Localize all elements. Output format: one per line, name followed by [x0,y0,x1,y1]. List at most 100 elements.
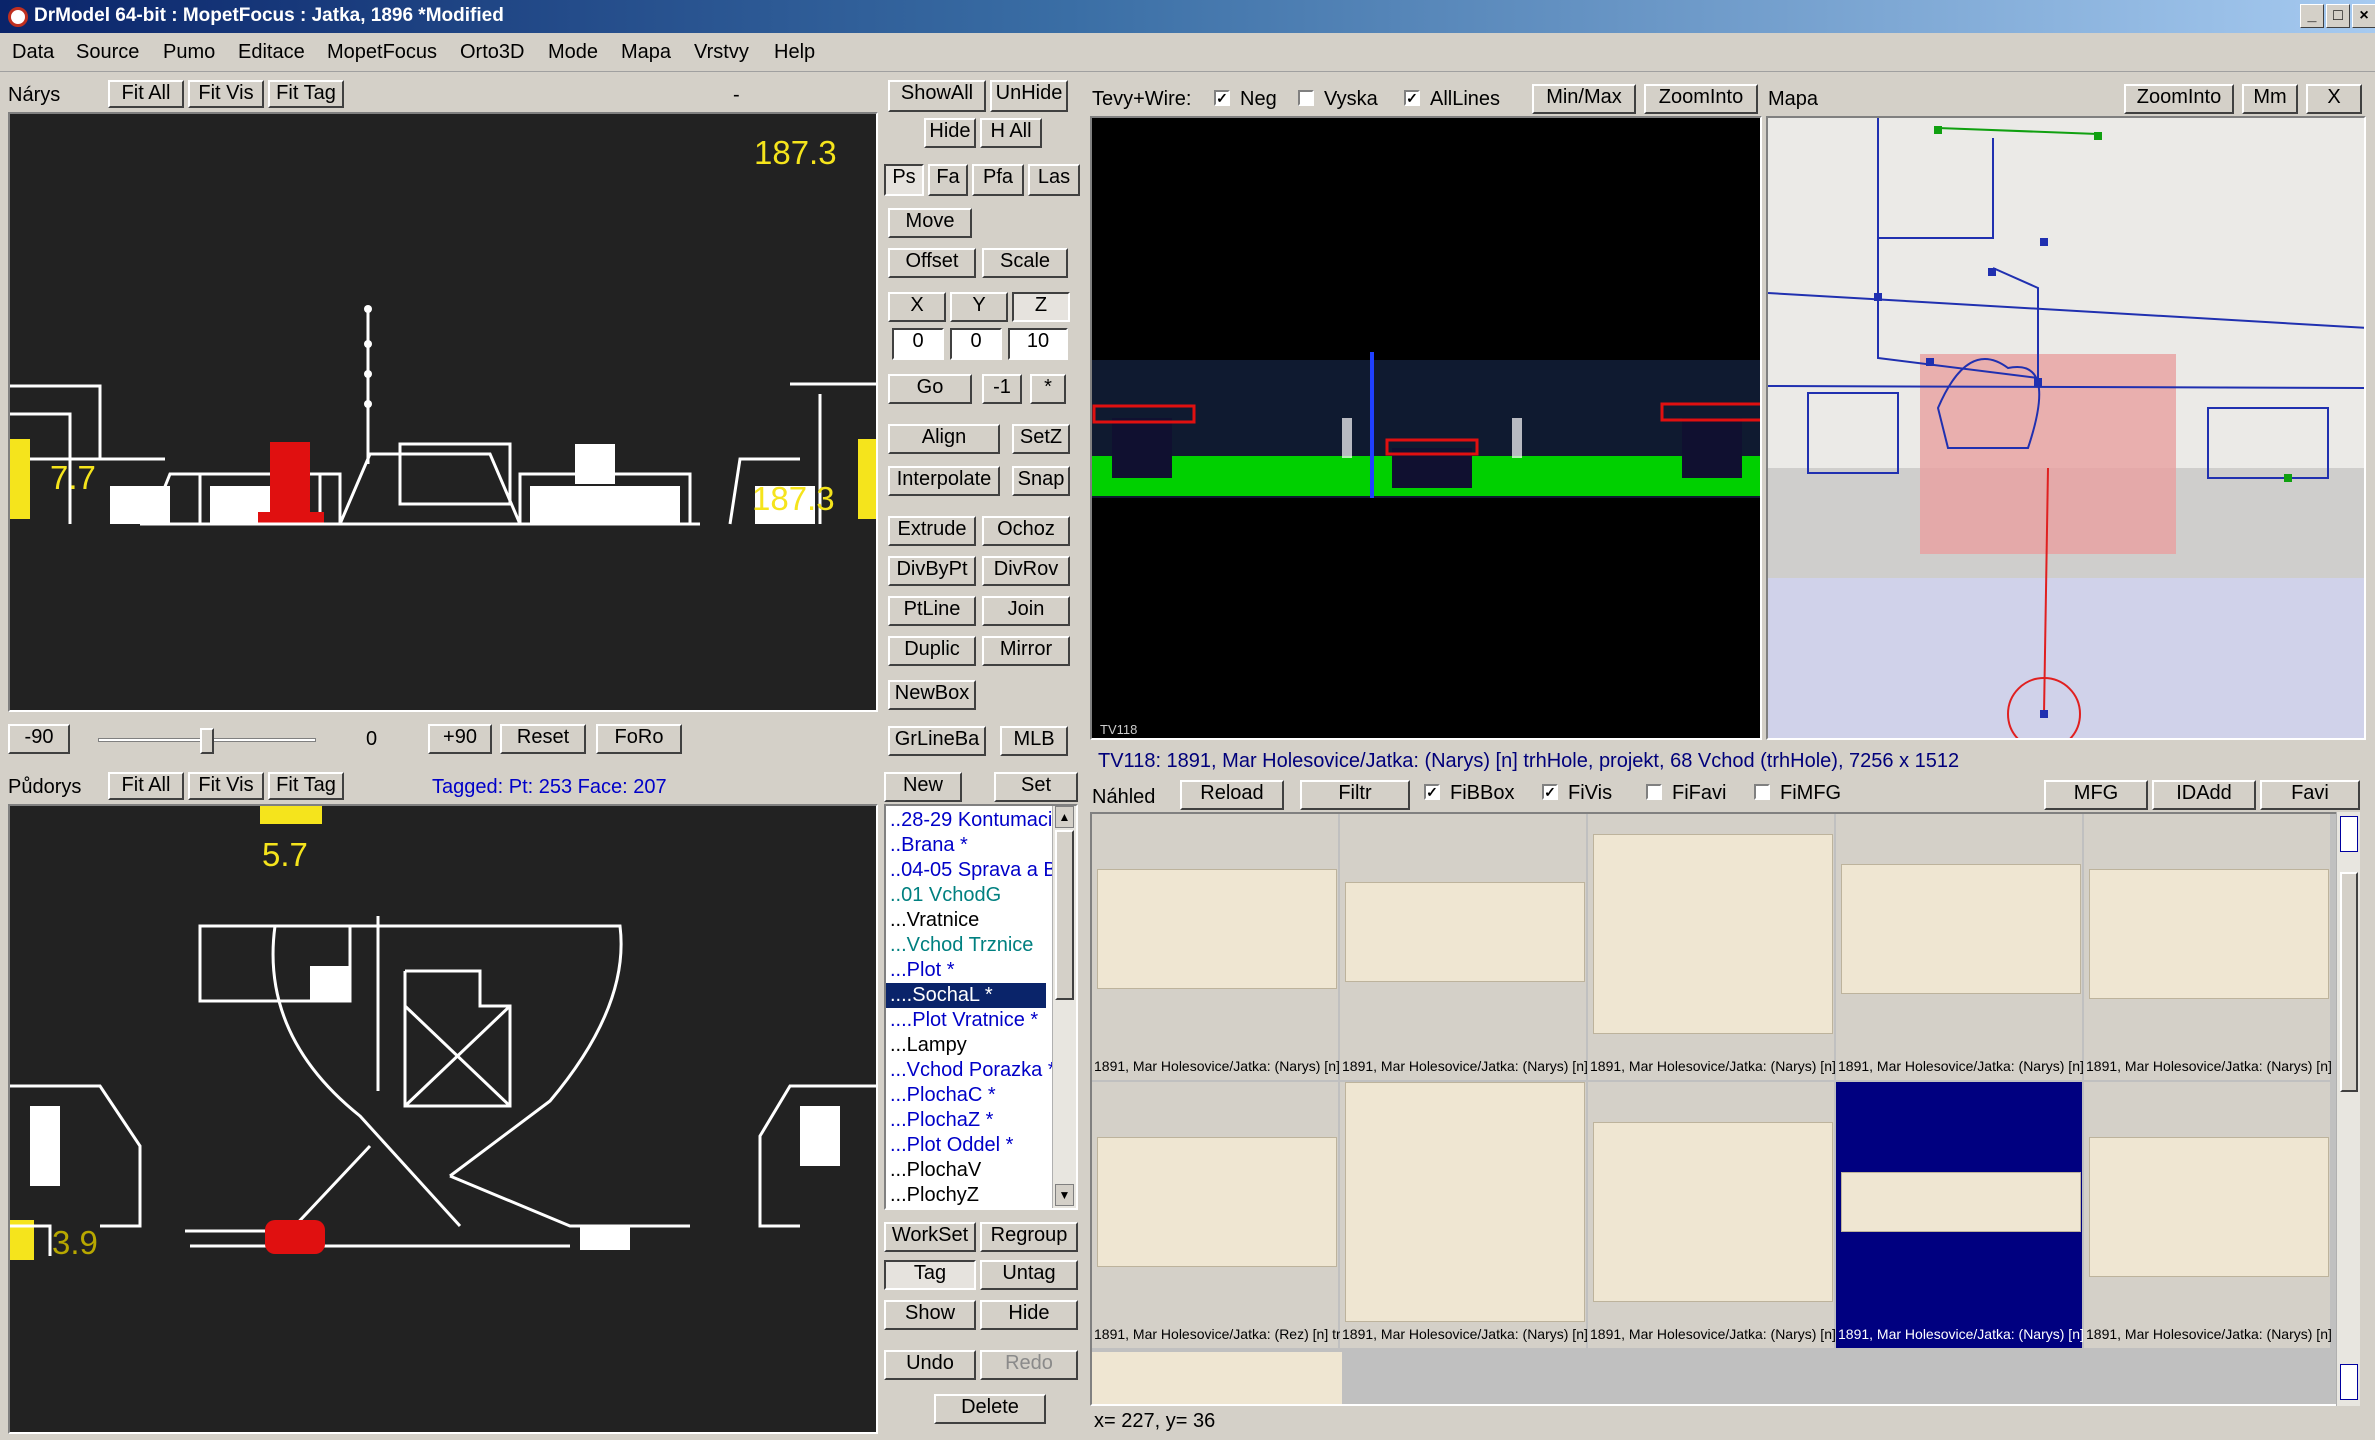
narys-fit-all-button[interactable]: Fit All [108,80,184,108]
rotate-minus90-button[interactable]: -90 [8,724,70,754]
layer-item[interactable]: ...Lampy [890,1033,1050,1058]
offset-button[interactable]: Offset [888,248,976,278]
grlineba-button[interactable]: GrLineBa [888,726,986,756]
undo-button[interactable]: Undo [884,1350,976,1380]
move-button[interactable]: Move [888,208,972,238]
idadd-button[interactable]: IDAdd [2152,780,2256,810]
layer-list-scroll-thumb[interactable] [1055,830,1074,1000]
join-button[interactable]: Join [982,596,1070,626]
narys-fit-vis-button[interactable]: Fit Vis [188,80,264,108]
menu-help[interactable]: Help [774,41,815,64]
narys-fit-tag-button[interactable]: Fit Tag [268,80,344,108]
scale-button[interactable]: Scale [982,248,1068,278]
thumbnail[interactable]: 1891, Mar Holesovice/Jatka: (Narys) [n] … [2084,1082,2332,1348]
x-value-input[interactable]: 0 [892,328,944,360]
maximize-button[interactable]: □ [2326,4,2350,28]
ochoz-button[interactable]: Ochoz [982,516,1070,546]
ptline-button[interactable]: PtLine [888,596,976,626]
menu-source[interactable]: Source [76,41,139,64]
fivis-checkbox[interactable]: ✓ [1542,784,1558,800]
tevy-zoominto-button[interactable]: ZoomInto [1644,84,1758,114]
layer-item[interactable]: ...Vchod Porazka * [890,1058,1056,1083]
layer-item[interactable]: ...Plot * [890,958,1050,983]
thumbnail[interactable]: 1891, Mar Holesovice/Jatka: (Narys) [n] … [1836,814,2084,1080]
regroup-button[interactable]: Regroup [980,1222,1078,1252]
y-value-input[interactable]: 0 [950,328,1002,360]
thumbnail-scrollbar[interactable] [2336,812,2360,1406]
layer-item[interactable]: ...PlochaZ * [890,1108,1050,1133]
close-window-button[interactable]: × [2352,4,2375,28]
menu-pumo[interactable]: Pumo [163,41,215,64]
setz-button[interactable]: SetZ [1012,424,1070,454]
layer-item[interactable]: ..Brana * [890,833,1050,858]
layer-item[interactable]: ...PlochaC * [890,1083,1050,1108]
reload-button[interactable]: Reload [1180,780,1284,810]
menu-orto3d[interactable]: Orto3D [460,41,524,64]
layer-item[interactable]: ..01 VchodG [890,883,1050,908]
menu-mopetfocus[interactable]: MopetFocus [327,41,437,64]
mapa-zoominto-button[interactable]: ZoomInto [2124,84,2234,114]
thumbnail[interactable]: 1891, Mar Holesovice/Jatka: (Narys) [n] … [1836,1082,2084,1348]
rotate-reset-button[interactable]: Reset [500,724,586,754]
untag-button[interactable]: Untag [980,1260,1078,1290]
favi-button[interactable]: Favi [2260,780,2360,810]
layer-item[interactable]: ...PlochyZ [890,1183,1050,1208]
layer-item[interactable]: ...Vchod Trznice [890,933,1050,958]
rotate-slider-thumb[interactable] [200,728,214,754]
rotate-foro-button[interactable]: FoRo [596,724,682,754]
divbypt-button[interactable]: DivByPt [888,556,976,586]
hide-all-button[interactable]: H All [980,118,1042,148]
fibbox-checkbox[interactable]: ✓ [1424,784,1440,800]
mirror-button[interactable]: Mirror [982,636,1070,666]
pudorys-fit-vis-button[interactable]: Fit Vis [188,772,264,800]
scroll-down-icon[interactable]: ▼ [1055,1184,1074,1206]
alllines-checkbox[interactable]: ✓ [1404,90,1420,106]
layer-set-button[interactable]: Set [994,772,1078,802]
redo-button[interactable]: Redo [980,1350,1078,1380]
minus-one-button[interactable]: -1 [982,374,1022,404]
pudorys-fit-all-button[interactable]: Fit All [108,772,184,800]
thumbnail[interactable]: 1891, Mar Holesovice/Jatka: (Narys) [n] … [2084,814,2332,1080]
show-button[interactable]: Show [884,1300,976,1330]
layer-item[interactable]: ....Plot Vratnice * [890,1008,1050,1033]
layer-item[interactable]: ...Vratnice [890,908,1050,933]
extrude-button[interactable]: Extrude [888,516,976,546]
axis-z-button[interactable]: Z [1012,292,1070,322]
pudorys-viewport[interactable]: 5.7 3.9 [8,804,878,1434]
interpolate-button[interactable]: Interpolate [888,466,1000,496]
menu-vrstvy[interactable]: Vrstvy [694,41,749,64]
vyska-checkbox[interactable] [1298,90,1314,106]
thumbnail[interactable]: 1891, Mar Holesovice/Jatka: (Narys) [n] … [1588,1082,1836,1348]
layer-item[interactable]: ....SochaL * [886,983,1046,1008]
show-all-button[interactable]: ShowAll [888,80,986,112]
layer-item[interactable]: ..04-05 Sprava a B [890,858,1057,883]
thumbnail[interactable]: 1891, Mar Holesovice/Jatka: (Narys) [n] … [1092,814,1340,1080]
pudorys-fit-tag-button[interactable]: Fit Tag [268,772,344,800]
delete-button[interactable]: Delete [934,1394,1046,1424]
menu-editace[interactable]: Editace [238,41,305,64]
layer-list[interactable]: ..28-29 Kontumaci ..Brana * ..04-05 Sprava… [884,804,1078,1210]
axis-y-button[interactable]: Y [950,292,1008,322]
layer-list-scrollbar[interactable]: ▲ ▼ [1052,806,1076,1208]
thumbnail-partial[interactable] [1092,1352,1342,1404]
align-button[interactable]: Align [888,424,1000,454]
mode-las-button[interactable]: Las [1028,164,1080,196]
fimfg-checkbox[interactable] [1754,784,1770,800]
mapa-mm-button[interactable]: Mm [2242,84,2298,114]
scroll-up-icon[interactable]: ▲ [1055,806,1074,828]
menu-mapa[interactable]: Mapa [621,41,671,64]
thumbnail-scroll-up-icon[interactable] [2340,816,2358,852]
hide-button[interactable]: Hide [924,118,976,148]
thumbnail-scroll-thumb[interactable] [2340,872,2358,1092]
thumbnail[interactable]: 1891, Mar Holesovice/Jatka: (Rez) [n] tr… [1092,1082,1340,1348]
menu-data[interactable]: Data [12,41,54,64]
axis-x-button[interactable]: X [888,292,946,322]
go-button[interactable]: Go [888,374,972,404]
mode-fa-button[interactable]: Fa [928,164,968,196]
z-value-input[interactable]: 10 [1008,328,1068,360]
rotate-plus90-button[interactable]: +90 [428,724,492,754]
layer-new-button[interactable]: New [884,772,962,802]
layer-item[interactable]: ...PlochaV [890,1158,1050,1183]
neg-checkbox[interactable]: ✓ [1214,90,1230,106]
tevy-viewport[interactable]: TV118 [1090,116,1762,740]
